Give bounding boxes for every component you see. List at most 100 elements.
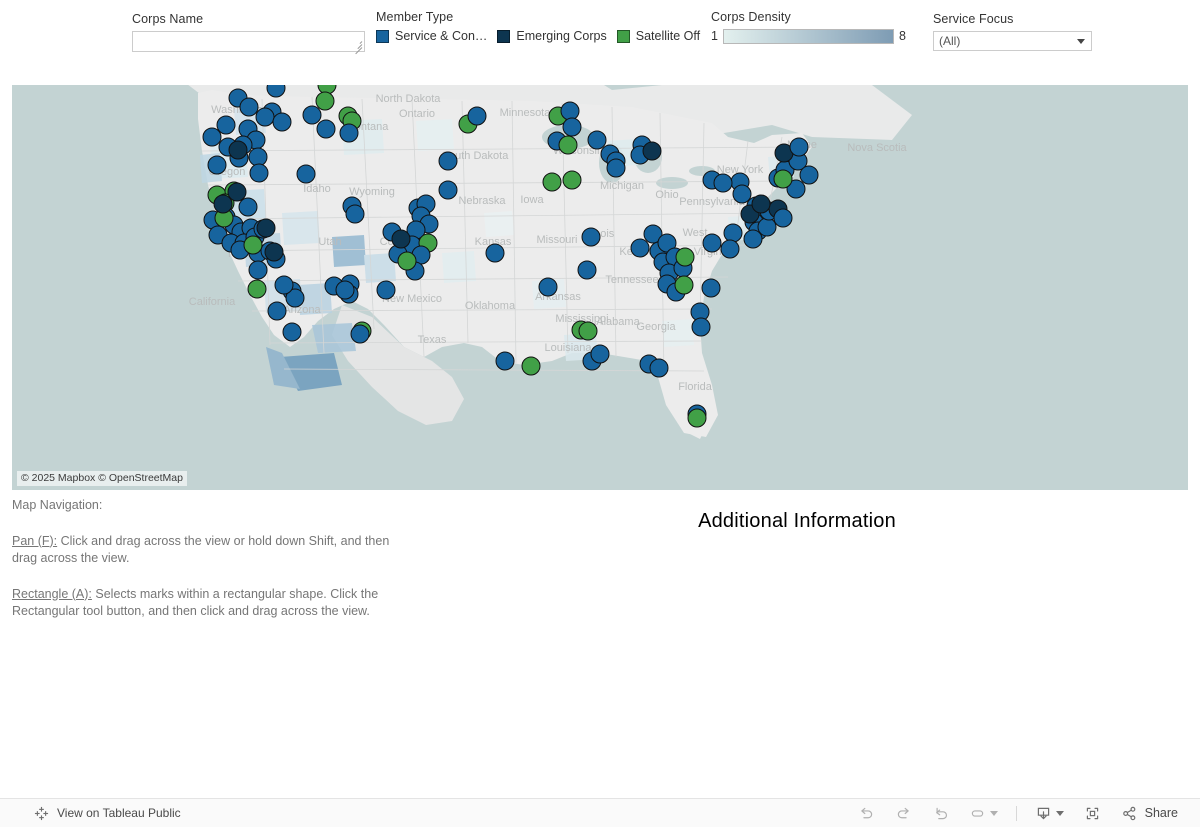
share-icon [1122, 806, 1136, 820]
map-mark[interactable] [701, 278, 721, 298]
map-mark[interactable] [249, 163, 269, 183]
corps-name-input[interactable] [132, 31, 365, 55]
map-mark[interactable] [587, 130, 607, 150]
map-mark[interactable] [642, 141, 662, 161]
state-label: California [189, 296, 236, 308]
map-mark[interactable] [255, 107, 275, 127]
map-mark[interactable] [274, 275, 294, 295]
map-mark[interactable] [521, 356, 541, 376]
map-mark[interactable] [202, 127, 222, 147]
map-mark[interactable] [577, 260, 597, 280]
map-mark[interactable] [743, 229, 763, 249]
map-mark[interactable] [562, 170, 582, 190]
map-mark[interactable] [562, 117, 582, 137]
map-mark[interactable] [239, 97, 259, 117]
map-mark[interactable] [391, 229, 411, 249]
map-mark[interactable] [247, 279, 267, 299]
map-mark[interactable] [238, 197, 258, 217]
corps-density-gradient-bar[interactable] [722, 29, 894, 44]
map-mark[interactable] [296, 164, 316, 184]
map-mark[interactable] [581, 227, 601, 247]
map-mark[interactable] [713, 173, 733, 193]
map-mark[interactable] [702, 233, 722, 253]
map-mark[interactable] [495, 351, 515, 371]
map-mark[interactable] [213, 194, 233, 214]
map-mark[interactable] [264, 242, 284, 262]
map-mark[interactable] [316, 119, 336, 139]
share-button[interactable]: Share [1111, 799, 1188, 827]
state-label: Nebraska [458, 195, 506, 207]
map-mark[interactable] [267, 301, 287, 321]
map-mark[interactable] [345, 204, 365, 224]
map-mark[interactable] [538, 277, 558, 297]
map-mark[interactable] [687, 408, 707, 428]
corps-density-title: Corps Density [711, 10, 791, 24]
map-mark[interactable] [376, 280, 396, 300]
refresh-icon [971, 809, 983, 817]
legend-item-service-consulting[interactable]: Service & Con… [376, 29, 487, 43]
map-mark[interactable] [397, 251, 417, 271]
undo-button[interactable] [848, 799, 885, 827]
corps-density-min: 1 [711, 29, 718, 44]
map-mark[interactable] [243, 235, 263, 255]
corps-density-max: 8 [898, 29, 906, 44]
map-mark[interactable] [228, 140, 248, 160]
member-type-title: Member Type [376, 10, 454, 24]
map-mark[interactable] [590, 344, 610, 364]
download-button[interactable] [1025, 799, 1074, 827]
map-mark[interactable] [248, 260, 268, 280]
map-mark[interactable] [675, 247, 695, 267]
map-mark[interactable] [558, 135, 578, 155]
map-mark[interactable] [467, 106, 487, 126]
map-mark[interactable] [438, 151, 458, 171]
revert-button[interactable] [922, 799, 959, 827]
map-mark[interactable] [674, 275, 694, 295]
map-mark[interactable] [485, 243, 505, 263]
view-on-tableau-public-button[interactable]: View on Tableau Public [34, 806, 181, 821]
map-mark[interactable] [227, 182, 247, 202]
legend-member-type: Member Type Service & Con… Emerging Corp… [376, 10, 706, 43]
map-mark[interactable] [630, 238, 650, 258]
map-mark[interactable] [732, 184, 752, 204]
legend-item-satellite-office[interactable]: Satellite Off [616, 29, 700, 43]
refresh-button[interactable] [959, 799, 1008, 827]
state-label: Ohio [655, 189, 678, 201]
map-mark[interactable] [315, 91, 335, 111]
map-mark[interactable] [272, 112, 292, 132]
map-mark[interactable] [649, 358, 669, 378]
pan-description: Click and drag across the view or hold d… [12, 533, 390, 566]
download-caret-icon [1055, 810, 1064, 816]
map-mark[interactable] [560, 101, 580, 121]
map-mark[interactable] [256, 218, 276, 238]
map-navigation-heading: Map Navigation: [12, 498, 103, 512]
legend-item-emerging-corps[interactable]: Emerging Corps [497, 29, 607, 43]
map-mark[interactable] [207, 155, 227, 175]
map-mark[interactable] [773, 169, 793, 189]
map-mark[interactable] [720, 239, 740, 259]
map-mark[interactable] [789, 137, 809, 157]
map-mark[interactable] [606, 158, 626, 178]
map-mark[interactable] [773, 208, 793, 228]
map-mark[interactable] [282, 322, 302, 342]
map-mark[interactable] [578, 321, 598, 341]
map-mark[interactable] [723, 223, 743, 243]
pan-term: Pan (F): [12, 533, 58, 548]
service-focus-select[interactable]: (All) [933, 31, 1092, 51]
map-mark[interactable] [542, 172, 562, 192]
map-mark[interactable] [335, 280, 355, 300]
map-mark[interactable] [757, 217, 777, 237]
map-mark[interactable] [248, 147, 268, 167]
map-mark[interactable] [339, 123, 359, 143]
map-mark[interactable] [438, 180, 458, 200]
map-canvas[interactable]: North DakotaSouth DakotaOntarioNebraskaK… [12, 85, 1188, 490]
map-mark[interactable] [751, 194, 771, 214]
map-view[interactable]: North Dakota South Dakota Ontario Nebraska K… [12, 85, 1188, 490]
redo-button[interactable] [885, 799, 922, 827]
map-mark[interactable] [302, 105, 322, 125]
fullscreen-button[interactable] [1074, 799, 1111, 827]
map-mark[interactable] [799, 165, 819, 185]
map-mark[interactable] [216, 115, 236, 135]
map-mark[interactable] [691, 317, 711, 337]
map-mark[interactable] [350, 324, 370, 344]
state-label: Wyoming [349, 186, 395, 198]
